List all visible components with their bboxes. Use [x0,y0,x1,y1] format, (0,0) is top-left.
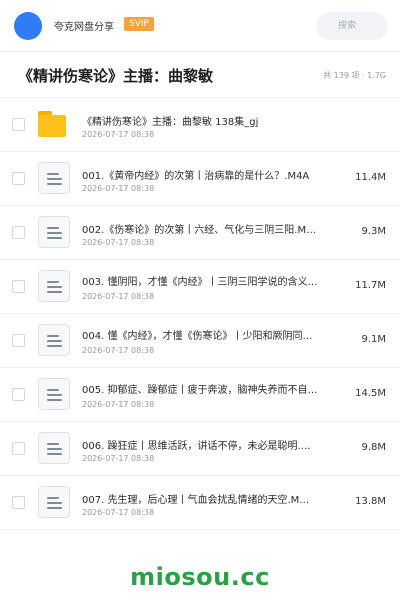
file-date: 2026-07-17 08:38 [82,130,155,139]
file-date: 2026-07-17 08:38 [82,238,155,247]
file-name: 003. 懂阴阳，才懂《内经》丨三阴三阳学说的含义… [82,277,318,288]
file-name: 007. 先生理，后心理丨气血会扰乱情绪的天空.M… [82,495,310,506]
file-name: 《精讲伤寒论》主播：曲黎敏 138集_gj [82,117,259,128]
select-checkbox[interactable] [12,334,25,347]
list-item[interactable]: 006. 躁狂症丨思维活跃，讲话不停，未必是聪明.… 2026-07-17 08… [0,422,400,476]
watermark-text: miosou.cc [130,563,270,591]
folder-icon [38,108,70,140]
file-size: 9.3M [361,226,386,237]
document-icon [38,432,70,464]
list-item[interactable]: 002.《伤寒论》的次第丨六经、气化与三阴三阳.M… 2026-07-17 08… [0,206,400,260]
search-input[interactable]: 搜索 [316,12,388,40]
list-item[interactable]: 001.《黄帝内经》的次第丨治病靠的是什么？.M4A 2026-07-17 08… [0,152,400,206]
file-size: 13.8M [355,496,386,507]
file-name: 001.《黄帝内经》的次第丨治病靠的是什么？.M4A [82,171,310,182]
file-date: 2026-07-17 08:38 [82,292,155,301]
user-avatar[interactable] [14,12,42,40]
file-name: 005. 抑郁症、躁郁症丨疲于奔波，脑神失养而不自… [82,385,318,396]
file-date: 2026-07-17 08:38 [82,400,155,409]
title-bar: 《精讲伤寒论》主播：曲黎敏 共 139 项 · 1.7G [0,52,400,98]
select-checkbox[interactable] [12,280,25,293]
document-icon [38,378,70,410]
file-name: 006. 躁狂症丨思维活跃，讲话不停，未必是聪明.… [82,441,311,452]
file-date: 2026-07-17 08:38 [82,454,155,463]
file-name: 004. 懂《内经》，才懂《伤寒论》丨少阳和厥阴同… [82,331,313,342]
file-size: 11.7M [355,280,386,291]
file-size: 14.5M [355,388,386,399]
list-item[interactable]: 《精讲伤寒论》主播：曲黎敏 138集_gj 2026-07-17 08:38 [0,98,400,152]
document-icon [38,486,70,518]
select-checkbox[interactable] [12,226,25,239]
select-checkbox[interactable] [12,172,25,185]
list-item[interactable]: 007. 先生理，后心理丨气血会扰乱情绪的天空.M… 2026-07-17 08… [0,476,400,530]
file-size: 9.1M [361,334,386,345]
file-date: 2026-07-17 08:38 [82,184,155,193]
document-icon [38,162,70,194]
document-icon [38,270,70,302]
file-date: 2026-07-17 08:38 [82,346,155,355]
document-icon [38,324,70,356]
svip-badge: SVIP [124,17,154,31]
folder-meta: 共 139 项 · 1.7G [323,71,386,80]
file-list: 《精讲伤寒论》主播：曲黎敏 138集_gj 2026-07-17 08:38 0… [0,98,400,530]
select-checkbox[interactable] [12,442,25,455]
list-item[interactable]: 005. 抑郁症、躁郁症丨疲于奔波，脑神失养而不自… 2026-07-17 08… [0,368,400,422]
list-item[interactable]: 004. 懂《内经》，才懂《伤寒论》丨少阳和厥阴同… 2026-07-17 08… [0,314,400,368]
file-name: 002.《伤寒论》的次第丨六经、气化与三阴三阳.M… [82,225,317,236]
file-size: 9.8M [361,442,386,453]
select-checkbox[interactable] [12,118,25,131]
file-date: 2026-07-17 08:38 [82,508,155,517]
page-title: 《精讲伤寒论》主播：曲黎敏 [18,67,214,85]
brand-label: 夸克网盘分享 [54,22,114,33]
document-icon [38,216,70,248]
list-item[interactable]: 003. 懂阴阳，才懂《内经》丨三阴三阳学说的含义… 2026-07-17 08… [0,260,400,314]
select-checkbox[interactable] [12,388,25,401]
top-header: 夸克网盘分享 SVIP 搜索 [0,0,400,52]
select-checkbox[interactable] [12,496,25,509]
file-size: 11.4M [355,172,386,183]
